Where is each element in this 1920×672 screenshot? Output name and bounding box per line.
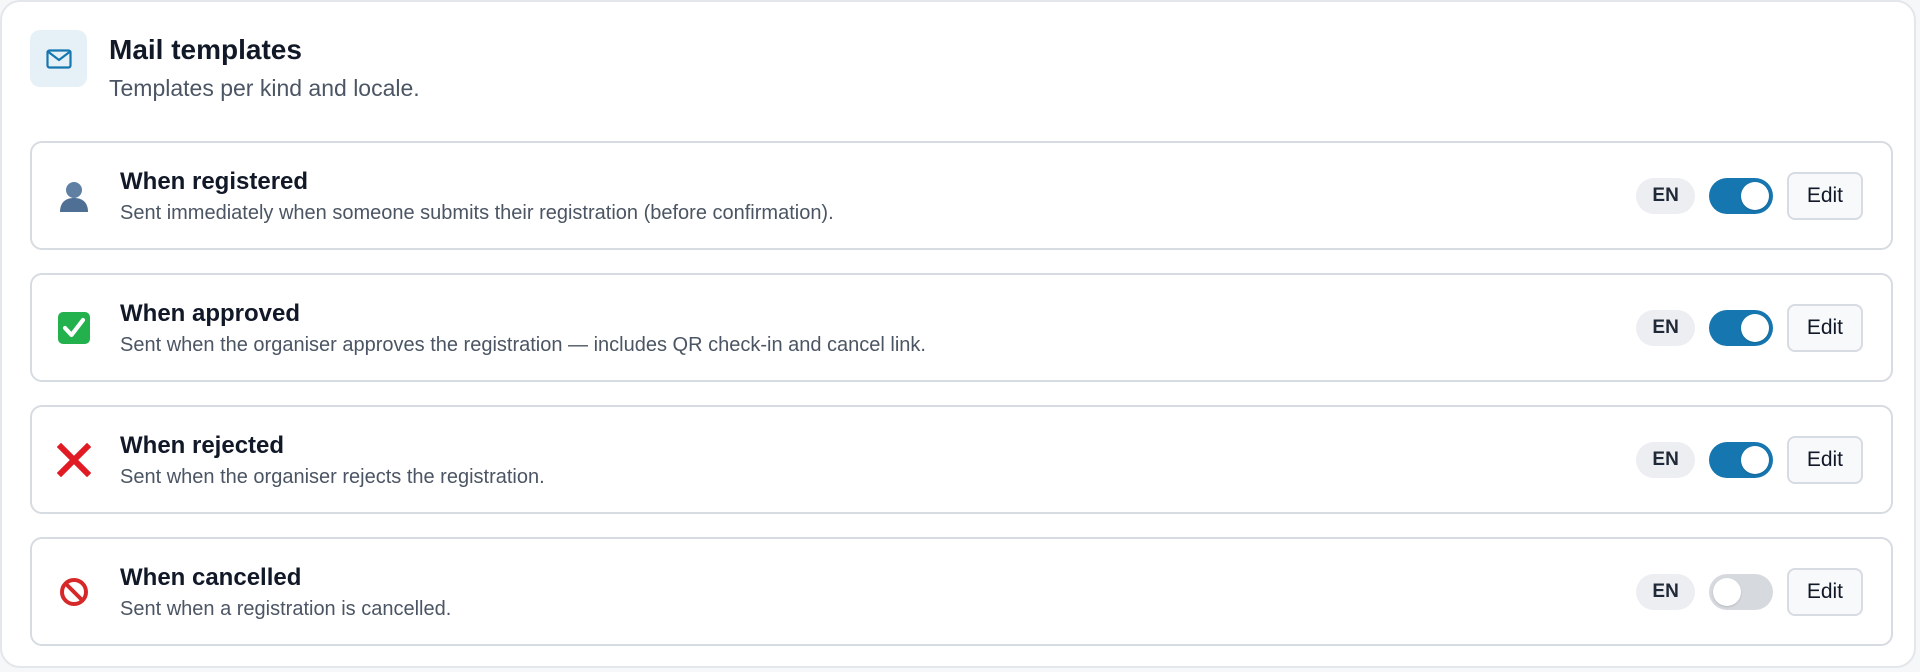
locale-badge: EN [1636, 573, 1695, 610]
template-row-cancelled: When cancelled Sent when a registration … [30, 537, 1893, 646]
template-row-approved: When approved Sent when the organiser ap… [30, 273, 1893, 382]
edit-button[interactable]: Edit [1786, 435, 1863, 484]
template-row-rejected: When rejected Sent when the organiser re… [30, 405, 1893, 514]
edit-button[interactable]: Edit [1786, 171, 1863, 220]
locale-badge: EN [1636, 177, 1695, 214]
template-row-registered: When registered Sent immediately when so… [30, 141, 1893, 250]
mail-icon [30, 30, 87, 87]
check-mark-icon [54, 308, 94, 348]
toggle-knob [1740, 445, 1769, 474]
enabled-toggle[interactable] [1708, 177, 1773, 214]
cross-mark-icon [54, 440, 94, 480]
template-description: Sent when a registration is cancelled. [120, 598, 452, 620]
enabled-toggle[interactable] [1708, 573, 1773, 610]
template-title: When cancelled [120, 564, 302, 591]
section-header: Mail templates Templates per kind and lo… [30, 30, 420, 104]
template-description: Sent when the organiser approves the reg… [120, 334, 926, 356]
locale-badge: EN [1636, 441, 1695, 478]
mail-templates-card: Mail templates Templates per kind and lo… [0, 0, 1916, 668]
locale-badge: EN [1636, 309, 1695, 346]
enabled-toggle[interactable] [1708, 309, 1773, 346]
edit-button[interactable]: Edit [1786, 303, 1863, 352]
template-description: Sent when the organiser rejects the regi… [120, 466, 545, 488]
toggle-knob [1712, 577, 1741, 606]
template-list: When registered Sent immediately when so… [30, 141, 1893, 669]
template-title: When rejected [120, 432, 285, 459]
enabled-toggle[interactable] [1708, 441, 1773, 478]
page-title: Mail templates [109, 34, 302, 65]
template-title: When registered [120, 168, 309, 195]
page-subtitle: Templates per kind and locale. [109, 75, 420, 101]
prohibited-icon [54, 572, 94, 612]
person-icon [54, 176, 94, 216]
toggle-knob [1740, 181, 1769, 210]
template-title: When approved [120, 300, 301, 327]
toggle-knob [1740, 313, 1769, 342]
template-description: Sent immediately when someone submits th… [120, 202, 834, 224]
edit-button[interactable]: Edit [1786, 567, 1863, 616]
